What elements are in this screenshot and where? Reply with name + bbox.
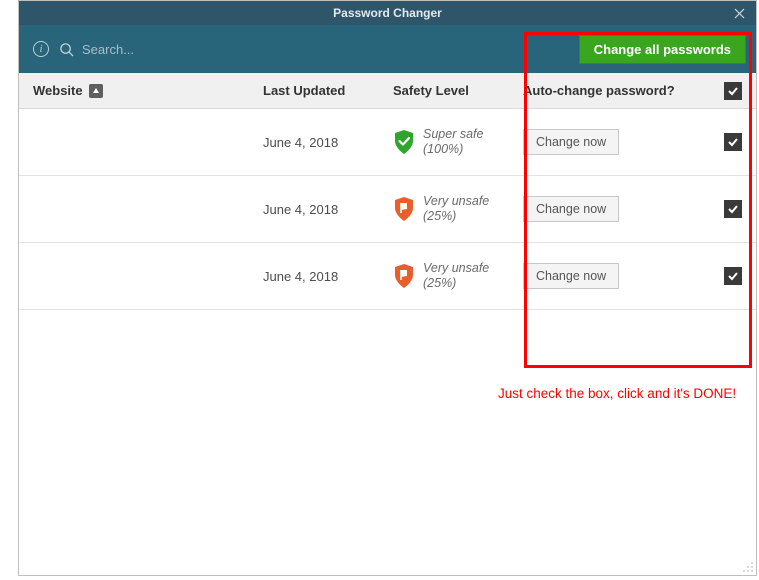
search-icon [59, 42, 74, 57]
cell-action: Change now [523, 263, 742, 289]
toolbar: i Change all passwords [19, 25, 756, 73]
cell-last-updated: June 4, 2018 [263, 269, 393, 284]
annotation-text: Just check the box, click and it's DONE! [498, 386, 736, 401]
table-row: June 4, 2018 Super safe (100%) Change no… [19, 109, 756, 176]
cell-safety: Super safe (100%) [393, 127, 523, 157]
close-icon [734, 8, 745, 19]
shield-unsafe-icon [393, 196, 415, 222]
sort-asc-icon [89, 84, 103, 98]
column-header-auto-change: Auto-change password? [523, 82, 742, 100]
column-header-auto-change-label: Auto-change password? [523, 83, 675, 98]
cell-safety: Very unsafe (25%) [393, 194, 523, 224]
cell-safety: Very unsafe (25%) [393, 261, 523, 291]
change-now-button[interactable]: Change now [523, 196, 619, 222]
info-icon[interactable]: i [33, 41, 49, 57]
table-row: June 4, 2018 Very unsafe (25%) Change no… [19, 243, 756, 310]
safety-text: Very unsafe (25%) [423, 194, 489, 224]
search-input[interactable] [82, 42, 282, 57]
search-wrap [59, 42, 569, 57]
resize-grip-icon[interactable] [742, 561, 754, 573]
safety-text: Very unsafe (25%) [423, 261, 489, 291]
window-title: Password Changer [333, 6, 442, 20]
change-now-button[interactable]: Change now [523, 263, 619, 289]
cell-action: Change now [523, 129, 742, 155]
row-checkbox[interactable] [724, 200, 742, 218]
table-header: Website Last Updated Safety Level Auto-c… [19, 73, 756, 109]
cell-last-updated: June 4, 2018 [263, 202, 393, 217]
table-body: June 4, 2018 Super safe (100%) Change no… [19, 109, 756, 575]
column-header-last-updated[interactable]: Last Updated [263, 83, 393, 98]
close-button[interactable] [722, 1, 756, 25]
app-window: Password Changer i Change all passwords … [18, 0, 757, 576]
shield-safe-icon [393, 129, 415, 155]
change-all-passwords-button[interactable]: Change all passwords [579, 35, 746, 64]
shield-unsafe-icon [393, 263, 415, 289]
cell-last-updated: June 4, 2018 [263, 135, 393, 150]
select-all-checkbox[interactable] [724, 82, 742, 100]
titlebar: Password Changer [19, 1, 756, 25]
change-now-button[interactable]: Change now [523, 129, 619, 155]
column-header-safety-level[interactable]: Safety Level [393, 83, 523, 98]
cell-action: Change now [523, 196, 742, 222]
column-header-website-label: Website [33, 83, 83, 98]
row-checkbox[interactable] [724, 133, 742, 151]
row-checkbox[interactable] [724, 267, 742, 285]
column-header-website[interactable]: Website [33, 83, 263, 98]
table-row: June 4, 2018 Very unsafe (25%) Change no… [19, 176, 756, 243]
safety-text: Super safe (100%) [423, 127, 483, 157]
